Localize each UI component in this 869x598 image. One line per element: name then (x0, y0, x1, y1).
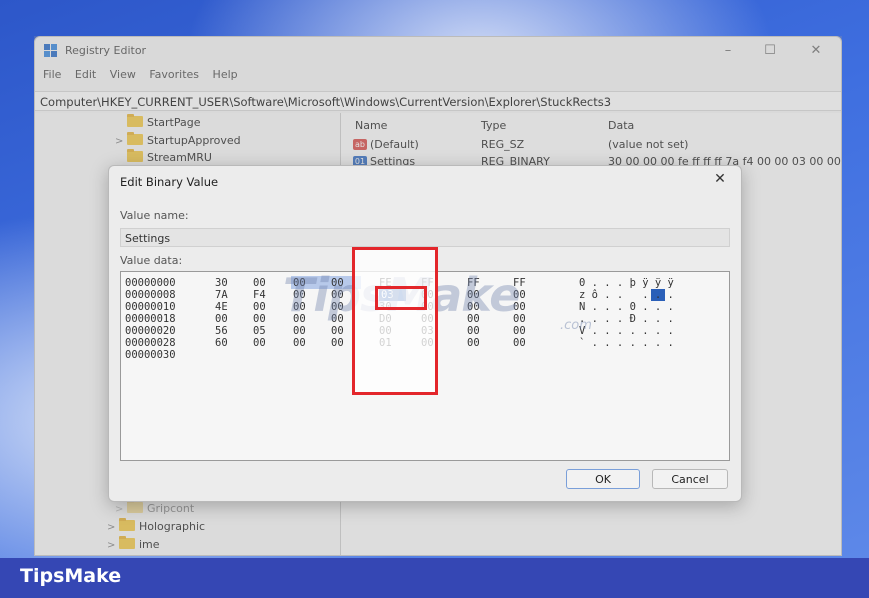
highlighted-column-annotation (352, 247, 438, 395)
value-data-label: Value data: (120, 254, 183, 267)
dialog-title: Edit Binary Value (120, 175, 219, 189)
hex-byte[interactable]: 00 (253, 301, 266, 313)
hex-offset: 00000000 (125, 277, 176, 289)
hex-byte[interactable]: 00 (253, 277, 266, 289)
value-name-label: Value name: (120, 209, 189, 222)
dialog-close-button[interactable]: ✕ (711, 171, 729, 187)
hex-byte[interactable]: 00 (467, 325, 480, 337)
hex-byte[interactable]: 00 (331, 325, 344, 337)
value-name-field: Settings (120, 228, 730, 247)
hex-ascii: z ô . . . . . (579, 289, 674, 301)
hex-byte[interactable]: 00 (253, 337, 266, 349)
highlighted-byte-annotation (375, 286, 427, 310)
hex-byte[interactable]: 00 (513, 325, 526, 337)
hex-byte[interactable]: 7A (215, 289, 228, 301)
hex-byte[interactable]: 00 (513, 337, 526, 349)
hex-byte[interactable]: 30 (215, 277, 228, 289)
hex-byte[interactable]: 05 (253, 325, 266, 337)
hex-ascii: 0 . . . þ ÿ ÿ ÿ (579, 277, 674, 289)
hex-offset: 00000018 (125, 313, 176, 325)
hex-ascii: N . . . 0 . . . (579, 301, 674, 313)
banner-brand-text: TipsMake (20, 565, 122, 587)
hex-offset: 00000008 (125, 289, 176, 301)
hex-offset: 00000030 (125, 349, 176, 361)
footer-banner: TipsMake (0, 558, 869, 598)
hex-ascii: V . . . . . . . (579, 325, 674, 337)
hex-ascii: . . . . Ð . . . (579, 313, 674, 325)
cancel-button[interactable]: Cancel (652, 469, 728, 489)
hex-byte[interactable]: 4E (215, 301, 228, 313)
hex-byte[interactable]: 00 (467, 337, 480, 349)
hex-ascii: ` . . . . . . . (579, 337, 674, 349)
hex-byte[interactable]: F4 (253, 289, 266, 301)
hex-byte[interactable]: 00 (293, 325, 306, 337)
hex-byte[interactable]: 00 (331, 337, 344, 349)
hex-byte[interactable]: 00 (293, 337, 306, 349)
hex-byte[interactable]: 60 (215, 337, 228, 349)
watermark-domain: .com (560, 318, 592, 333)
hex-byte[interactable]: 00 (215, 313, 228, 325)
hex-offset: 00000028 (125, 337, 176, 349)
hex-offset: 00000020 (125, 325, 176, 337)
ok-button[interactable]: OK (566, 469, 640, 489)
hex-byte[interactable]: 00 (253, 313, 266, 325)
hex-offset: 00000010 (125, 301, 176, 313)
hex-byte[interactable]: 56 (215, 325, 228, 337)
